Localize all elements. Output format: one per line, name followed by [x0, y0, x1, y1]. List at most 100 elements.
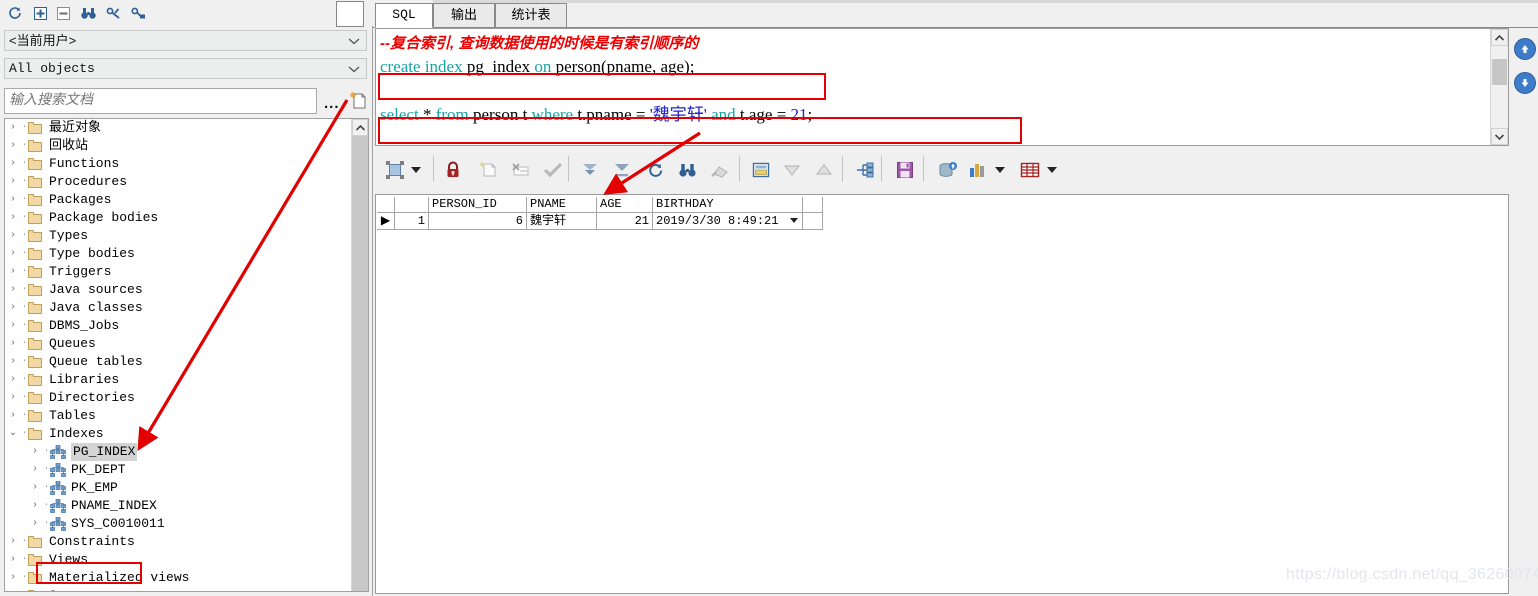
previous-statement-button[interactable] — [1514, 38, 1536, 60]
chevron-right-icon[interactable]: › — [5, 155, 21, 173]
chevron-right-icon[interactable]: › — [27, 479, 43, 497]
tree-item-procedures[interactable]: › · Procedures — [5, 173, 352, 191]
cell-birthday[interactable]: 2019/3/30 8:49:21 — [653, 213, 803, 230]
tree-item-type-bodies[interactable]: › · Type bodies — [5, 245, 352, 263]
tree-item--[interactable]: › · 回收站 — [5, 137, 352, 155]
object-tree[interactable]: › · 最近对象 › · 回收站 › · Functions › · Procedures › · Pack… — [5, 119, 352, 591]
chevron-down-icon[interactable]: ⌄ — [5, 425, 21, 443]
tree-item-queues[interactable]: › · Queues — [5, 335, 352, 353]
chevron-down-icon[interactable] — [348, 31, 360, 50]
tree-item-tables[interactable]: › · Tables — [5, 407, 352, 425]
cell-pname[interactable]: 魏宇轩 — [527, 213, 597, 230]
grid-column-header[interactable]: BIRTHDAY — [653, 197, 803, 213]
chevron-right-icon[interactable]: › — [5, 263, 21, 281]
chevron-right-icon[interactable]: › — [5, 569, 21, 587]
grid-column-header[interactable] — [395, 197, 429, 213]
chevron-right-icon[interactable]: › — [27, 461, 43, 479]
chevron-right-icon[interactable]: › — [27, 443, 43, 461]
find-binoculars-icon[interactable] — [679, 158, 696, 182]
move-down-icon[interactable] — [783, 158, 801, 182]
fetch-last-page-icon[interactable] — [613, 158, 631, 182]
chevron-right-icon[interactable]: › — [5, 353, 21, 371]
grid-export-dropdown-caret[interactable] — [1047, 158, 1057, 182]
result-grid[interactable]: PERSON_ID PNAME AGE BIRTHDAY ▶ 1 6 魏宇轩 21 2019/3/… — [377, 197, 823, 230]
tab-statistics[interactable]: 统计表 — [495, 3, 567, 27]
tree-item-types[interactable]: › · Types — [5, 227, 352, 245]
tree-item--[interactable]: › · 最近对象 — [5, 119, 352, 137]
refresh-icon[interactable] — [647, 158, 664, 182]
tree-item-java-sources[interactable]: › · Java sources — [5, 281, 352, 299]
key-lock-icon[interactable] — [129, 4, 147, 22]
export-to-db-icon[interactable] — [938, 158, 958, 182]
tree-item-directories[interactable]: › · Directories — [5, 389, 352, 407]
tree-vertical-scrollbar[interactable] — [351, 119, 368, 591]
tree-item-queue-tables[interactable]: › · Queue tables — [5, 353, 352, 371]
editor-scrollbar-thumb[interactable] — [1492, 59, 1507, 85]
grid-column-header[interactable] — [377, 197, 395, 213]
grid-column-header[interactable]: PNAME — [527, 197, 597, 213]
tree-item-pname_index[interactable]: › · PNAME_INDEX — [5, 497, 352, 515]
execution-plan-icon[interactable] — [855, 158, 875, 182]
tree-item-java-classes[interactable]: › · Java classes — [5, 299, 352, 317]
delete-row-icon[interactable] — [511, 158, 531, 182]
new-document-icon[interactable] — [349, 91, 367, 111]
tree-item-functions[interactable]: › · Functions — [5, 155, 352, 173]
search-input[interactable] — [4, 88, 317, 114]
editor-scroll-up-button[interactable] — [1491, 29, 1508, 46]
tree-item-triggers[interactable]: › · Triggers — [5, 263, 352, 281]
grid-column-header[interactable]: PERSON_ID — [429, 197, 527, 213]
chevron-right-icon[interactable]: › — [5, 137, 21, 155]
tree-item-pk_dept[interactable]: › · PK_DEPT — [5, 461, 352, 479]
tab-output[interactable]: 输出 — [433, 3, 495, 27]
move-up-icon[interactable] — [815, 158, 833, 182]
chevron-right-icon[interactable]: › — [5, 533, 21, 551]
chevron-right-icon[interactable]: › — [27, 497, 43, 515]
tree-item-materialized-views[interactable]: › · Materialized views — [5, 569, 352, 587]
tree-item-sys_c0010011[interactable]: › · SYS_C0010011 — [5, 515, 352, 533]
tree-scroll-up-button[interactable] — [352, 119, 368, 136]
clear-filter-icon[interactable] — [711, 158, 730, 182]
tree-item-pg_index[interactable]: › · PG_INDEX — [5, 443, 352, 461]
editor-vertical-scrollbar[interactable] — [1490, 29, 1508, 145]
cell-age[interactable]: 21 — [597, 213, 653, 230]
tree-item-views[interactable]: › · Views — [5, 551, 352, 569]
chart-dropdown-caret[interactable] — [995, 158, 1005, 182]
next-statement-button[interactable] — [1514, 72, 1536, 94]
chevron-right-icon[interactable]: › — [5, 551, 21, 569]
copy-row-icon[interactable] — [479, 158, 497, 182]
chevron-right-icon[interactable]: › — [5, 407, 21, 425]
tab-sql[interactable]: SQL — [375, 3, 433, 28]
chevron-right-icon[interactable]: › — [5, 371, 21, 389]
fetch-all-rows-icon[interactable] — [581, 158, 599, 182]
tree-item-sequences[interactable]: ›· Sequences — [5, 587, 352, 591]
chevron-right-icon[interactable]: › — [5, 119, 21, 137]
grid-row[interactable]: ▶ 1 6 魏宇轩 21 2019/3/30 8:49:21 — [377, 213, 823, 230]
tree-item-package-bodies[interactable]: › · Package bodies — [5, 209, 352, 227]
post-changes-check-icon[interactable] — [543, 158, 563, 182]
tree-item-dbms_jobs[interactable]: › · DBMS_Jobs — [5, 317, 352, 335]
current-user-combo[interactable]: <当前用户> — [4, 30, 367, 51]
chevron-right-icon[interactable]: › — [27, 515, 43, 533]
tree-item-packages[interactable]: › · Packages — [5, 191, 352, 209]
grid-export-icon[interactable] — [1020, 158, 1040, 182]
single-record-view-icon[interactable] — [751, 158, 771, 182]
cell-person-id[interactable]: 6 — [429, 213, 527, 230]
chevron-right-icon[interactable]: › — [5, 173, 21, 191]
chart-icon[interactable] — [968, 158, 986, 182]
chevron-right-icon[interactable]: › — [5, 245, 21, 263]
filter-key-icon[interactable] — [104, 4, 122, 22]
search-more-button[interactable]: ... — [324, 95, 340, 112]
tree-item-indexes[interactable]: ⌄ · Indexes — [5, 425, 352, 443]
grid-column-header[interactable]: AGE — [597, 197, 653, 213]
chevron-down-icon[interactable] — [348, 59, 360, 78]
grid-layout-icon[interactable] — [385, 158, 405, 182]
sql-editor[interactable]: --复合索引, 查询数据使用的时候是有索引顺序的 create index pg_… — [376, 29, 1491, 145]
grid-layout-dropdown-caret[interactable] — [411, 158, 421, 182]
chevron-right-icon[interactable]: › — [5, 317, 21, 335]
editor-scroll-down-button[interactable] — [1491, 128, 1508, 145]
chevron-right-icon[interactable]: › — [5, 191, 21, 209]
lock-icon[interactable] — [445, 158, 461, 182]
cell-tail[interactable] — [803, 213, 823, 230]
object-filter-combo[interactable]: All objects — [4, 58, 367, 79]
chevron-right-icon[interactable]: › — [5, 299, 21, 317]
